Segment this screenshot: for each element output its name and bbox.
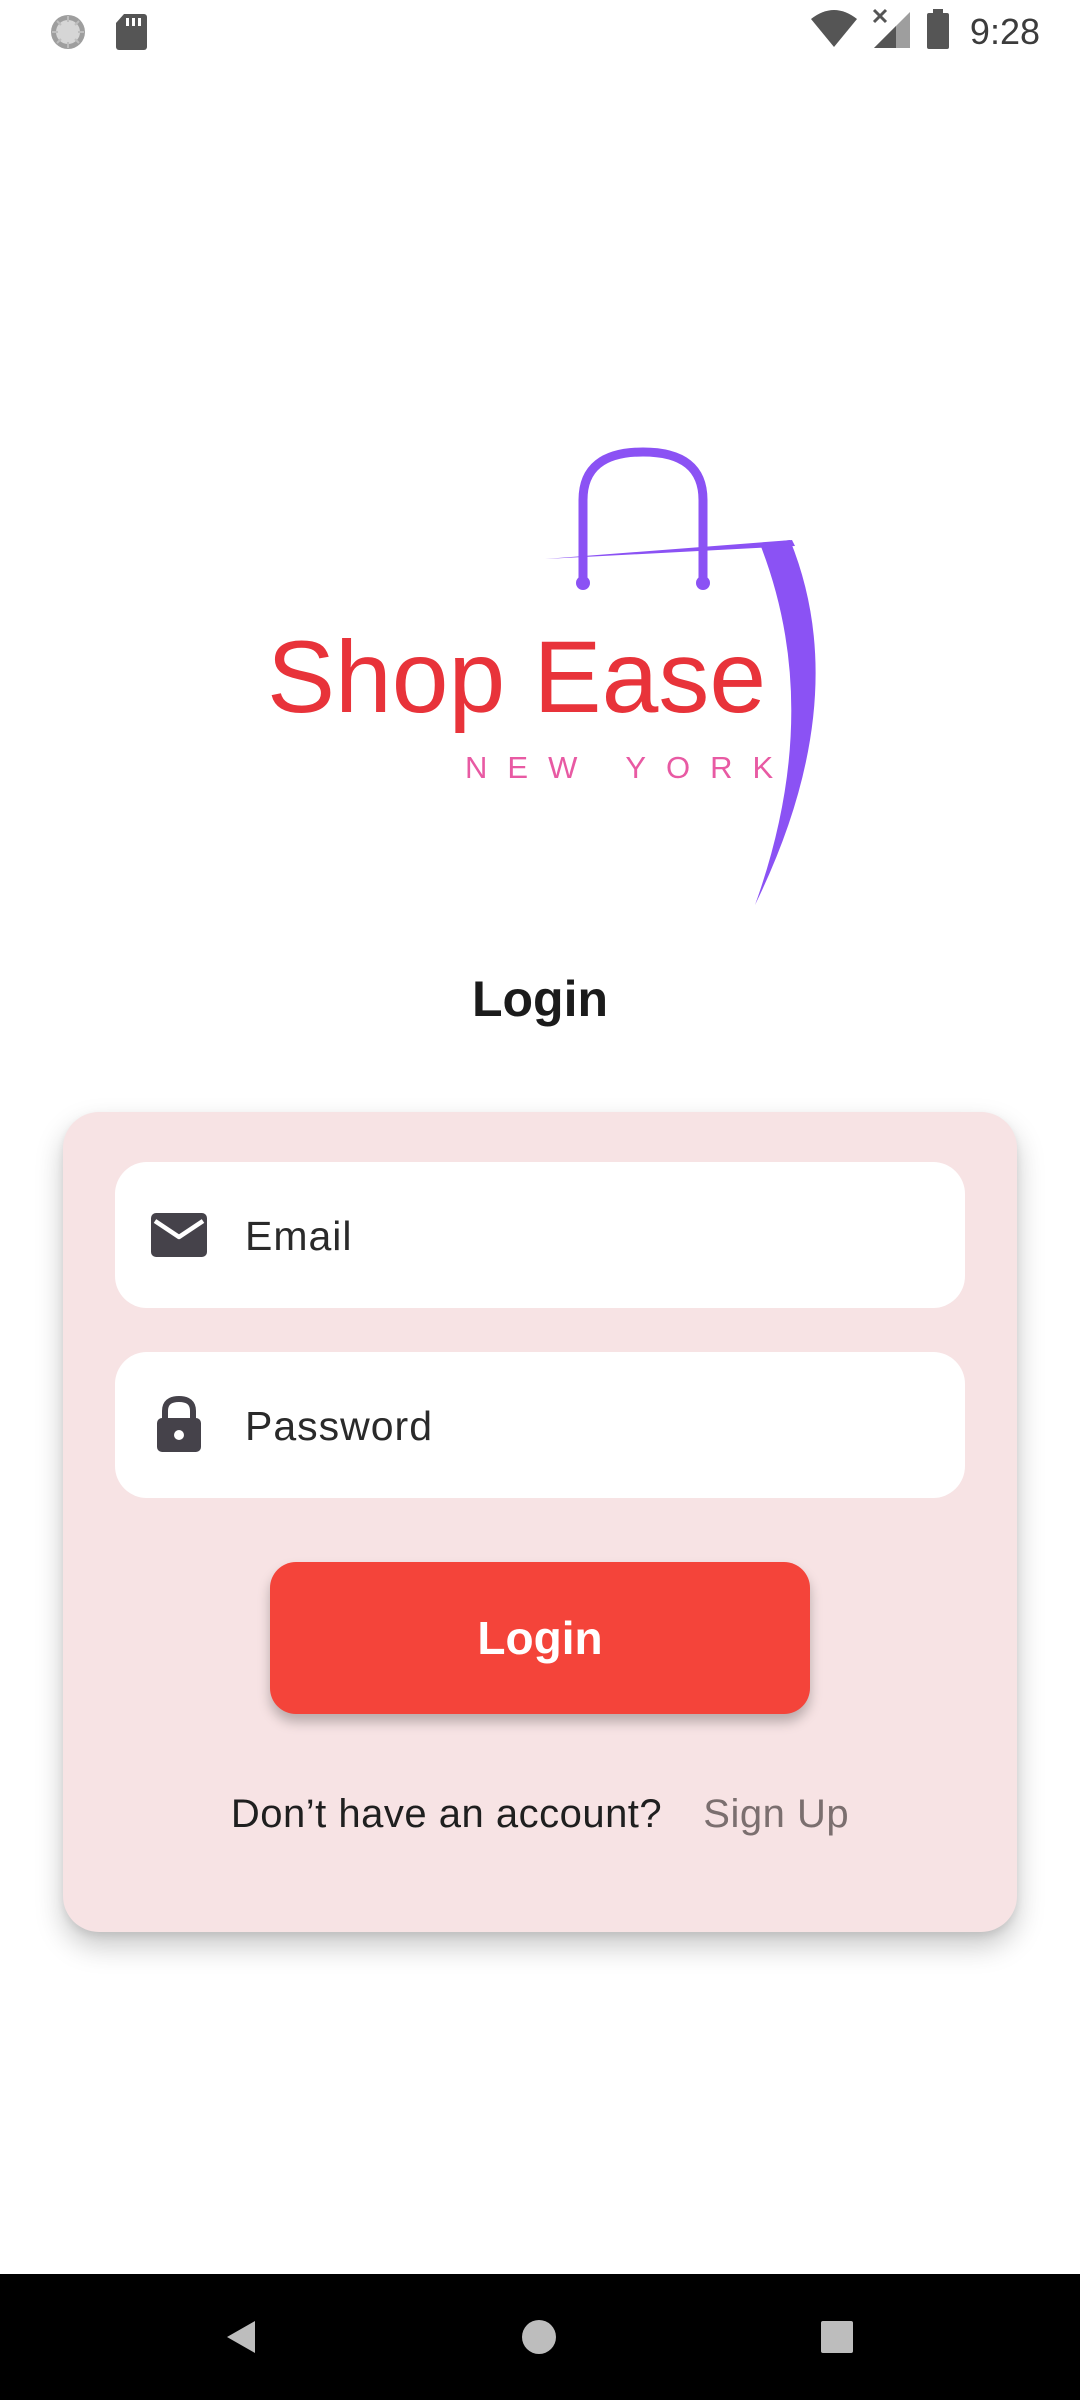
mail-icon <box>151 1207 207 1263</box>
home-icon[interactable] <box>506 2304 572 2370</box>
brand-tagline: NEW YORK <box>465 750 793 785</box>
battery-icon <box>926 8 950 55</box>
signup-row: Don’t have an account? Sign Up <box>63 1792 1017 1837</box>
back-icon[interactable] <box>208 2304 274 2370</box>
lock-icon <box>151 1396 207 1453</box>
loading-spinner-icon <box>48 12 88 57</box>
signup-prompt: Don’t have an account? <box>230 1792 663 1836</box>
status-time: 9:28 <box>969 10 1040 52</box>
recents-icon[interactable] <box>804 2304 870 2370</box>
status-bar: 9:28 <box>0 0 1080 64</box>
signup-link[interactable]: Sign Up <box>703 1792 849 1836</box>
password-field[interactable] <box>115 1352 965 1500</box>
password-input[interactable] <box>243 1352 927 1500</box>
signal-no-data-icon <box>872 8 912 55</box>
shop-ease-logo: Shop Ease NEW YORK <box>255 440 835 910</box>
login-screen: 9:28 Shop Ease NEW YORK Login Email Logi… <box>0 0 1080 2400</box>
email-field[interactable] <box>115 1162 965 1310</box>
brand-name: Shop Ease <box>267 620 766 734</box>
login-card: Login Don’t have an account? Sign Up <box>63 1112 1017 1932</box>
login-button[interactable]: Login <box>270 1562 810 1714</box>
navigation-bar <box>0 2274 1080 2400</box>
page-title: Login <box>471 971 609 1027</box>
wifi-icon <box>810 9 858 54</box>
email-input[interactable] <box>243 1162 927 1310</box>
shopping-bag-logo-icon: Shop Ease NEW YORK <box>267 447 816 905</box>
sd-card-icon <box>114 12 148 57</box>
